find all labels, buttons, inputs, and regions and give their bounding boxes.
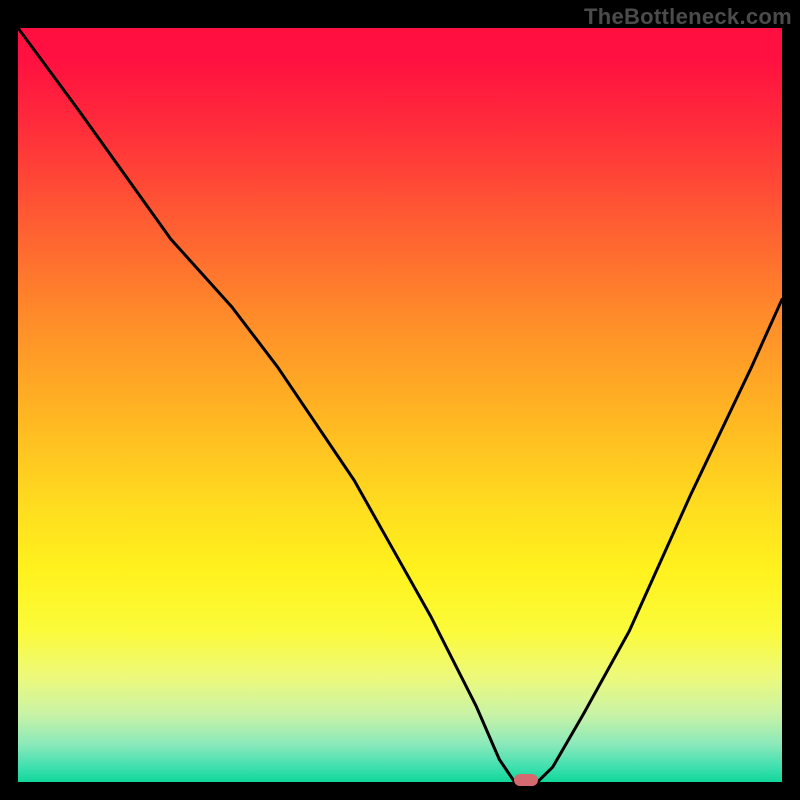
curve-path	[18, 28, 782, 782]
plot-area	[18, 28, 782, 782]
watermark-label: TheBottleneck.com	[584, 4, 792, 30]
bottleneck-curve	[18, 28, 782, 782]
optimal-marker	[514, 774, 538, 786]
chart-frame: TheBottleneck.com	[0, 0, 800, 800]
